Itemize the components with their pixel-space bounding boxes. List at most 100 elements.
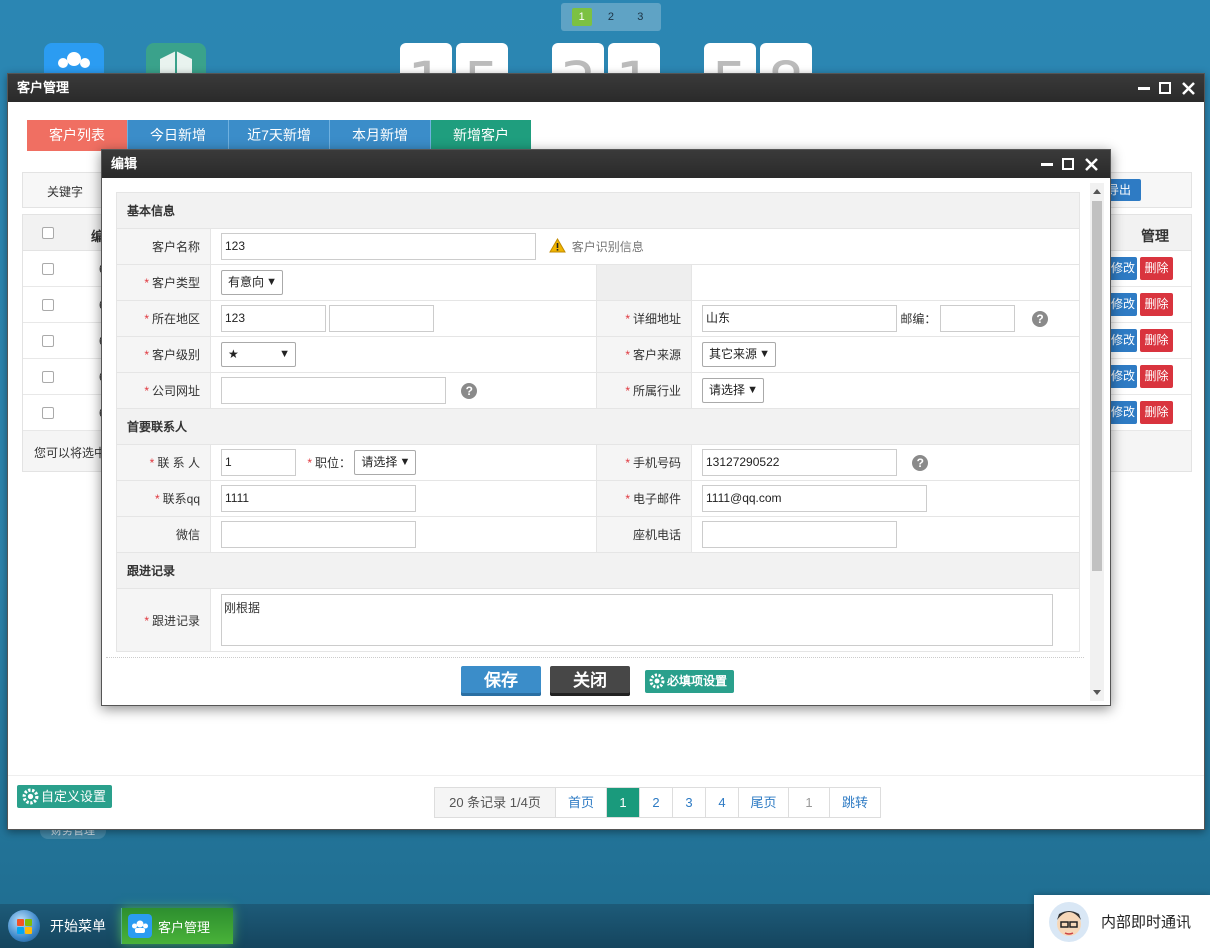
tab-this-month[interactable]: 本月新增 bbox=[330, 120, 431, 151]
row-checkbox[interactable] bbox=[42, 371, 54, 383]
header-manage: 管理 bbox=[1141, 228, 1169, 244]
help-icon[interactable]: ? bbox=[1032, 310, 1049, 327]
maximize-icon[interactable] bbox=[1058, 150, 1078, 178]
close-button[interactable]: 关闭 bbox=[550, 666, 630, 696]
delete-button[interactable]: 删除 bbox=[1140, 329, 1173, 352]
footer-note: 您可以将选中 bbox=[34, 446, 107, 460]
desktop-pager: 1 2 3 bbox=[561, 3, 661, 31]
row-checkbox[interactable] bbox=[42, 263, 54, 275]
desktop-page-2[interactable]: 2 bbox=[601, 8, 621, 26]
landline-input[interactable] bbox=[702, 521, 897, 548]
im-widget[interactable]: 内部即时通讯 bbox=[1034, 895, 1210, 948]
select-all-checkbox[interactable] bbox=[42, 227, 54, 239]
contact-input[interactable]: 1 bbox=[221, 449, 296, 476]
industry-select[interactable]: 请选择 ▼ bbox=[702, 378, 764, 403]
page-1-link[interactable]: 1 bbox=[607, 788, 640, 817]
divider bbox=[106, 657, 1084, 658]
dropdown-arrow-icon: ▼ bbox=[759, 348, 770, 360]
landline-label: 座机电话 bbox=[596, 516, 692, 553]
close-icon[interactable] bbox=[1178, 74, 1198, 102]
required-settings-button[interactable]: 必填项设置 bbox=[645, 670, 734, 693]
tab-last-7-days[interactable]: 近7天新增 bbox=[229, 120, 330, 151]
customer-source-select[interactable]: 其它来源 ▼ bbox=[702, 342, 776, 367]
page-4-link[interactable]: 4 bbox=[706, 788, 739, 817]
required-settings-label: 必填项设置 bbox=[667, 674, 728, 688]
dialog-scrollbar[interactable] bbox=[1090, 183, 1104, 701]
taskbar-customer-management[interactable]: 客户管理 bbox=[121, 908, 233, 944]
customer-name-label: 客户名称 bbox=[116, 228, 211, 265]
dialog-form: 基本信息 客户名称 123 客户识别信息 * 客户类型 有意向 ▼ * 所在地区… bbox=[116, 192, 1080, 654]
help-icon[interactable]: ? bbox=[912, 454, 929, 471]
page-3-link[interactable]: 3 bbox=[673, 788, 706, 817]
desktop-customers-icon[interactable] bbox=[44, 43, 104, 73]
tab-add-customer[interactable]: 新增客户 bbox=[431, 120, 531, 151]
position-label: 职位： bbox=[315, 456, 352, 470]
pagination: 20 条记录 1/4页 首页 1 2 3 4 尾页 1 跳转 bbox=[434, 787, 881, 818]
minimize-icon[interactable] bbox=[1037, 150, 1057, 178]
region-label: * 所在地区 bbox=[116, 300, 211, 337]
customer-type-select[interactable]: 有意向 ▼ bbox=[221, 270, 283, 295]
close-icon[interactable] bbox=[1081, 150, 1101, 178]
customer-type-label: * 客户类型 bbox=[116, 264, 211, 301]
zip-input[interactable] bbox=[939, 305, 1015, 332]
qq-input[interactable]: 1111 bbox=[221, 485, 416, 512]
customer-level-label: * 客户级别 bbox=[116, 336, 211, 373]
windows-logo-icon bbox=[8, 910, 40, 942]
maximize-icon[interactable] bbox=[1155, 74, 1175, 102]
website-label: * 公司网址 bbox=[116, 372, 211, 409]
delete-button[interactable]: 删除 bbox=[1140, 293, 1173, 316]
follow-up-textarea[interactable]: 刚根据 bbox=[221, 594, 1053, 646]
delete-button[interactable]: 删除 bbox=[1140, 365, 1173, 388]
minimize-icon[interactable] bbox=[1134, 74, 1154, 102]
dialog-title: 编辑 bbox=[111, 156, 138, 171]
wechat-input[interactable] bbox=[221, 521, 416, 548]
customer-source-label: * 客户来源 bbox=[596, 336, 692, 373]
delete-button[interactable]: 删除 bbox=[1140, 257, 1173, 280]
scroll-thumb[interactable] bbox=[1092, 201, 1102, 571]
row-checkbox[interactable] bbox=[42, 299, 54, 311]
im-label: 内部即时通讯 bbox=[1101, 914, 1192, 931]
dialog-titlebar[interactable]: 编辑 bbox=[102, 150, 1110, 178]
mobile-input[interactable]: 13127290522 bbox=[702, 449, 897, 476]
desktop-page-3[interactable]: 3 bbox=[630, 8, 650, 26]
industry-label: * 所属行业 bbox=[596, 372, 692, 409]
email-input[interactable]: 1111@qq.com bbox=[702, 485, 927, 512]
region-input-2[interactable] bbox=[329, 305, 435, 332]
dropdown-arrow-icon: ▼ bbox=[399, 456, 411, 468]
scroll-up-icon bbox=[1093, 189, 1101, 194]
customer-name-input[interactable]: 123 bbox=[221, 233, 536, 260]
goto-page-input[interactable]: 1 bbox=[789, 788, 830, 817]
wechat-label: 微信 bbox=[116, 516, 211, 553]
position-select[interactable]: 请选择 ▼ bbox=[354, 450, 417, 475]
website-input[interactable] bbox=[221, 377, 446, 404]
page-2-link[interactable]: 2 bbox=[640, 788, 673, 817]
qq-label: * 联系qq bbox=[116, 480, 211, 517]
jump-button[interactable]: 跳转 bbox=[830, 788, 880, 817]
mobile-label: * 手机号码 bbox=[596, 444, 692, 481]
section-follow-up: 跟进记录 bbox=[116, 552, 1080, 589]
customer-level-select[interactable]: ★ ▼ bbox=[221, 342, 296, 367]
save-button[interactable]: 保存 bbox=[461, 666, 541, 696]
start-menu-button[interactable]: 开始菜单 bbox=[8, 909, 106, 943]
address-label: * 详细地址 bbox=[596, 300, 692, 337]
main-titlebar[interactable]: 客户管理 bbox=[8, 74, 1204, 102]
keyword-label: 关键字 bbox=[47, 185, 84, 199]
tab-today-new[interactable]: 今日新增 bbox=[128, 120, 229, 151]
row-checkbox[interactable] bbox=[42, 335, 54, 347]
last-page-link[interactable]: 尾页 bbox=[739, 788, 789, 817]
first-page-link[interactable]: 首页 bbox=[556, 788, 607, 817]
help-icon[interactable]: ? bbox=[461, 382, 478, 399]
custom-settings-button[interactable]: 自定义设置 bbox=[17, 785, 112, 808]
desktop-box-icon[interactable] bbox=[146, 43, 206, 73]
gear-icon bbox=[649, 673, 665, 689]
tab-customer-list[interactable]: 客户列表 bbox=[27, 120, 128, 151]
row-checkbox[interactable] bbox=[42, 407, 54, 419]
region-input-1[interactable]: 123 bbox=[221, 305, 326, 332]
dropdown-arrow-icon: ▼ bbox=[747, 384, 758, 396]
dropdown-arrow-icon: ▼ bbox=[279, 348, 290, 360]
delete-button[interactable]: 删除 bbox=[1140, 401, 1173, 424]
record-info: 20 条记录 1/4页 bbox=[435, 788, 556, 817]
address-input[interactable]: 山东 bbox=[702, 305, 897, 332]
desktop-page-1[interactable]: 1 bbox=[571, 8, 592, 26]
task-label: 客户管理 bbox=[158, 919, 211, 935]
